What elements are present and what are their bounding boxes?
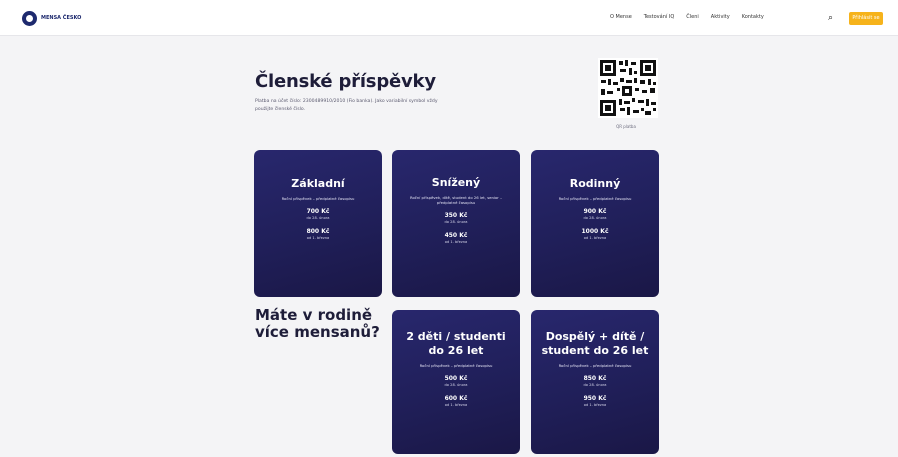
fee-card-2-deti: 2 děti / studenti do 26 let Roční příspě… bbox=[392, 310, 520, 454]
card-title: Základní bbox=[291, 177, 345, 190]
price-early-note: do 28. února bbox=[583, 383, 607, 387]
price-early-note: do 28. února bbox=[444, 383, 468, 387]
price-late-note: od 1. března bbox=[583, 236, 607, 240]
card-title: Rodinný bbox=[569, 177, 621, 190]
fee-card-dospely-dite: Dospělý + dítě / student do 26 let Roční… bbox=[531, 310, 659, 454]
mensa-logo-icon bbox=[22, 10, 37, 26]
price-early-note: do 28. února bbox=[444, 220, 468, 224]
login-button[interactable]: Přihlásit se bbox=[849, 12, 883, 25]
fee-card-zakladni: Základní Roční příspěvek – předplatné ča… bbox=[254, 150, 382, 297]
search-icon[interactable]: ⌕ bbox=[828, 13, 833, 23]
fee-card-snizeny: Snížený Roční příspěvek, dítě, student d… bbox=[392, 150, 520, 297]
price-late-note: od 1. března bbox=[444, 240, 468, 244]
price-early: 500 Kč bbox=[444, 375, 468, 382]
card-subtitle: Roční příspěvek – předplatné časopisu bbox=[558, 196, 632, 201]
main-menu: O Mense Testování IQ Členi Aktivity Kont… bbox=[610, 14, 764, 20]
price-late: 950 Kč bbox=[583, 395, 607, 402]
price-late: 600 Kč bbox=[444, 395, 468, 402]
page-title: Členské příspěvky bbox=[255, 71, 436, 92]
card-subtitle: Roční příspěvek – předplatné časopisu bbox=[419, 363, 493, 368]
qr-code-icon bbox=[598, 58, 658, 118]
price-late: 800 Kč bbox=[306, 228, 330, 235]
family-heading-line2: více mensanů? bbox=[255, 323, 380, 341]
price-early-note: do 28. února bbox=[306, 216, 330, 220]
family-heading: Máte v rodině více mensanů? bbox=[255, 307, 380, 341]
menu-item-testovani[interactable]: Testování IQ bbox=[644, 14, 675, 20]
logo[interactable]: MENSA ČESKO bbox=[22, 10, 81, 26]
card-subtitle: Roční příspěvek – předplatné časopisu bbox=[281, 196, 355, 201]
menu-item-cleni[interactable]: Členi bbox=[686, 14, 699, 20]
card-title: 2 děti / studenti do 26 let bbox=[406, 330, 506, 357]
card-title: Dospělý + dítě / student do 26 let bbox=[541, 330, 649, 357]
price-late: 1000 Kč bbox=[581, 228, 609, 235]
price-late-note: od 1. března bbox=[306, 236, 330, 240]
top-navbar: MENSA ČESKO O Mense Testování IQ Členi A… bbox=[0, 0, 898, 36]
price-late: 450 Kč bbox=[444, 232, 468, 239]
card-subtitle: Roční příspěvek, dítě, student do 26 let… bbox=[410, 195, 502, 205]
payment-info-text: Platba na účet číslo: 2300489910/2010 (F… bbox=[255, 99, 438, 112]
price-late-note: od 1. března bbox=[444, 403, 468, 407]
qr-label: QR platba bbox=[616, 124, 636, 129]
logo-text: MENSA ČESKO bbox=[41, 14, 82, 21]
price-early: 350 Kč bbox=[444, 212, 468, 219]
menu-item-o-mense[interactable]: O Mense bbox=[610, 14, 632, 20]
fee-card-rodinny: Rodinný Roční příspěvek – předplatné čas… bbox=[531, 150, 659, 297]
price-early: 700 Kč bbox=[306, 208, 330, 215]
menu-item-aktivity[interactable]: Aktivity bbox=[711, 14, 730, 20]
card-title: Snížený bbox=[431, 176, 481, 189]
price-early: 900 Kč bbox=[583, 208, 607, 215]
card-subtitle: Roční příspěvek – předplatné časopisu bbox=[558, 363, 632, 368]
menu-item-kontakty[interactable]: Kontakty bbox=[742, 14, 764, 20]
family-heading-line1: Máte v rodině bbox=[255, 306, 373, 324]
price-early: 850 Kč bbox=[583, 375, 607, 382]
price-early-note: do 28. února bbox=[583, 216, 607, 220]
price-late-note: od 1. března bbox=[583, 403, 607, 407]
